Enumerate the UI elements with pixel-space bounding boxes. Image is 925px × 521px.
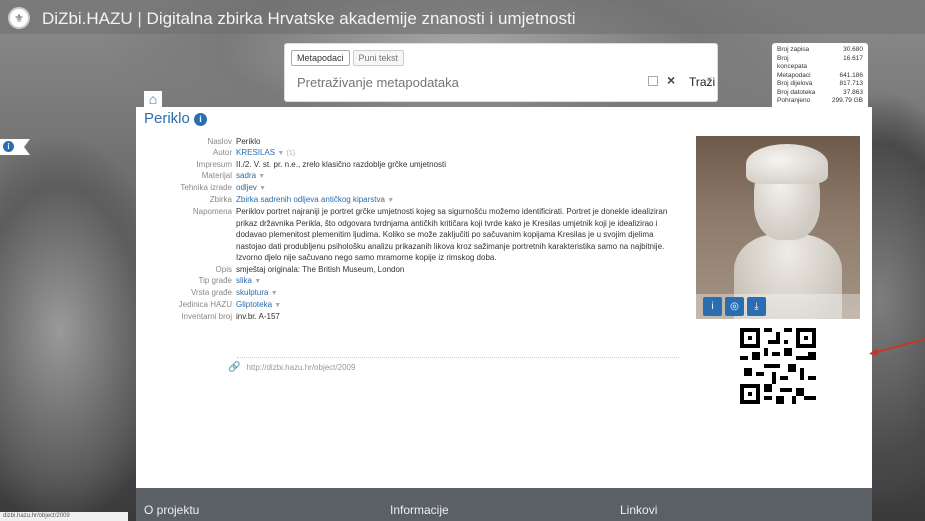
collection-link[interactable]: Zbirka sadrenih odljeva antičkog kiparst…: [236, 195, 385, 204]
footer-info-link[interactable]: Informacije: [390, 503, 449, 517]
field-value: II./2. V. st. pr. n.e., zrelo klasično r…: [236, 160, 447, 169]
app-title[interactable]: DiZbi.HAZU | Digitalna zbirka Hrvatske a…: [42, 9, 576, 29]
field-label: Inventarni broj: [181, 311, 232, 321]
field-value: inv.br. A-157: [236, 311, 280, 321]
object-photo[interactable]: [696, 136, 860, 319]
field-label: Naslov: [207, 137, 232, 146]
stat-value: 641.186: [839, 71, 864, 79]
footer-links-link[interactable]: Linkovi: [620, 503, 657, 517]
download-icon[interactable]: ⤓: [747, 297, 766, 316]
filter-icon[interactable]: ▼: [254, 278, 261, 285]
field-label: Vrsta građe: [190, 287, 232, 297]
stat-value: 299.79 GB: [831, 97, 863, 104]
filter-icon[interactable]: ▼: [277, 150, 284, 157]
field-label: Jedinica HAZU: [178, 299, 232, 309]
material-link[interactable]: sadra: [236, 171, 256, 180]
field-label: Napomena: [192, 207, 232, 216]
divider: [237, 357, 679, 358]
search-options-checkbox[interactable]: [648, 76, 658, 86]
stat-value: 817.713: [839, 80, 864, 87]
field-label: Materijal: [201, 171, 232, 180]
tab-metapodaci[interactable]: Metapodaci: [291, 50, 350, 66]
stat-label: Broj datoteka: [777, 88, 816, 96]
author-count: (1): [286, 150, 296, 157]
bust-helmet: [746, 144, 828, 184]
technique-link[interactable]: odljev: [236, 183, 257, 192]
field-label: Opis: [215, 264, 232, 274]
home-icon[interactable]: ⌂: [144, 91, 162, 107]
page-title-text: Periklo: [144, 110, 190, 127]
filter-icon[interactable]: ▼: [258, 173, 265, 180]
clear-search-button[interactable]: ×: [667, 72, 675, 88]
permalink[interactable]: 🔗 http://dizbi.hazu.hr/object/2009: [228, 362, 355, 373]
stat-value: 30.680: [843, 46, 863, 53]
app-name: DiZbi.HAZU: [42, 9, 133, 28]
unit-link[interactable]: Gliptoteka: [236, 300, 272, 309]
top-bar: ⚜ DiZbi.HAZU | Digitalna zbirka Hrvatske…: [0, 0, 925, 34]
filter-icon[interactable]: ▼: [274, 302, 281, 309]
stat-value: 37.863: [843, 88, 863, 96]
image-info-icon[interactable]: i: [703, 297, 722, 316]
footer: O projektu Informacije Linkovi: [136, 488, 872, 521]
metadata-fields: Naslov Periklo Autor KRESILAS ▼ (1) Impres…: [140, 136, 685, 322]
hazu-logo-icon[interactable]: ⚜: [8, 7, 30, 29]
filter-icon[interactable]: ▼: [387, 197, 394, 204]
link-icon: 🔗: [228, 362, 241, 373]
field-label: Zbirka: [209, 195, 232, 204]
search-panel: Metapodaci Puni tekst × Traži: [284, 43, 718, 102]
field-label: Tip građe: [198, 275, 233, 285]
stat-label: Broj zapisa: [777, 46, 810, 53]
field-value: Periklo: [236, 137, 261, 146]
app-subtitle: Digitalna zbirka Hrvatske akademije znan…: [146, 9, 576, 28]
footer-about-link[interactable]: O projektu: [144, 503, 199, 517]
info-icon[interactable]: i: [194, 112, 208, 126]
stat-label: Metapodaci: [777, 71, 811, 79]
field-value: Periklov portret najraniji je portret gr…: [236, 207, 668, 263]
permalink-url[interactable]: http://dizbi.hazu.hr/object/2009: [246, 363, 355, 372]
field-row: Tip građe slika ▼: [140, 275, 685, 287]
field-row: Autor KRESILAS ▼ (1): [140, 147, 685, 159]
qr-code: [740, 328, 816, 404]
stat-label: Broj koncepata: [777, 54, 807, 71]
stat-label: Pohranjeno: [777, 97, 811, 104]
field-label: Impresum: [196, 160, 232, 169]
filter-icon[interactable]: ▼: [271, 290, 278, 297]
field-row: Tehnika izrade odljev ▼: [140, 182, 685, 194]
tab-puni-tekst[interactable]: Puni tekst: [352, 50, 405, 66]
field-value: smještaj originala: The British Museum, …: [236, 264, 405, 274]
field-row: Opis smještaj originala: The British Muse…: [140, 264, 685, 275]
field-row: Vrsta građe skulptura ▼: [140, 287, 685, 299]
field-label: Autor: [212, 148, 232, 157]
kind-link[interactable]: skulptura: [236, 288, 268, 297]
field-row: Materijal sadra ▼: [140, 170, 685, 182]
field-row: Inventarni broj inv.br. A-157: [140, 311, 685, 322]
title-separator: |: [132, 9, 147, 28]
type-link[interactable]: slika: [236, 276, 252, 285]
field-row: Impresum II./2. V. st. pr. n.e., zrelo kl…: [140, 159, 685, 170]
page-title: Periklo i: [144, 110, 208, 127]
field-row: Jedinica HAZU Gliptoteka ▼: [140, 299, 685, 311]
field-row: Zbirka Zbirka sadrenih odljeva antičkog k…: [140, 194, 685, 206]
field-label: Tehnika izrade: [180, 183, 232, 192]
info-icon: i: [3, 141, 14, 152]
field-row: Napomena Periklov portret najraniji je po…: [140, 206, 685, 264]
author-link[interactable]: KRESILAS: [236, 148, 275, 157]
search-button[interactable]: Traži: [685, 70, 719, 94]
filter-icon[interactable]: ▼: [259, 185, 266, 192]
stat-label: Broj dijelova: [777, 80, 813, 87]
zoom-icon[interactable]: ◎: [725, 297, 744, 316]
field-row: Naslov Periklo: [140, 136, 685, 147]
status-url: dizbi.hazu.hr/object/2009: [0, 512, 128, 521]
annotation-arrow-icon: [869, 338, 925, 356]
stat-value: 16.617: [843, 54, 863, 62]
search-input[interactable]: [293, 70, 648, 94]
